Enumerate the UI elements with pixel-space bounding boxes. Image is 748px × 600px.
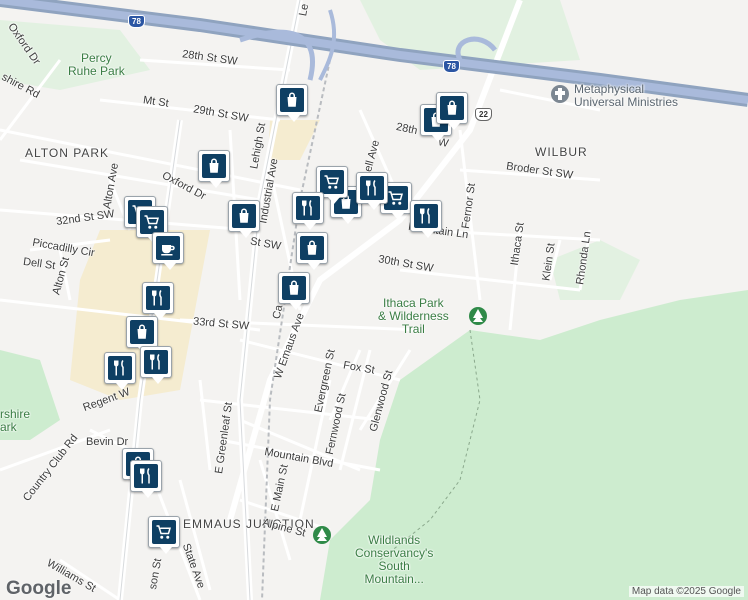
map-attribution[interactable]: Map data ©2025 Google (628, 586, 744, 597)
restaurant-icon (134, 464, 158, 488)
map-pin-restaurant[interactable] (142, 282, 174, 320)
google-logo: Google (6, 578, 72, 599)
park-label-percy-ruhe[interactable]: Percy Ruhe Park (68, 52, 125, 78)
map-pin-shopping-bag[interactable] (276, 84, 308, 122)
map-pin-shopping-bag[interactable] (198, 150, 230, 188)
shopping-cart-icon (140, 210, 164, 234)
map-pin-cafe[interactable] (152, 232, 184, 270)
map-pin-restaurant[interactable] (410, 200, 442, 238)
map-pin-shopping-bag[interactable] (126, 316, 158, 354)
map-canvas[interactable]: 78 78 22 ALTON PARK WILBUR EMMAUS JUNCTI… (0, 0, 748, 600)
map-pin-shopping-bag[interactable] (296, 232, 328, 270)
restaurant-icon (360, 176, 384, 200)
street-label: Le (297, 2, 312, 18)
area-label-wilbur: WILBUR (535, 145, 588, 159)
interstate-78-shield: 78 (443, 60, 460, 73)
park-label-wildlands[interactable]: Wildlands Conservancy's South Mountain..… (355, 534, 433, 586)
restaurant-icon (146, 286, 170, 310)
shopping-bag-icon (202, 154, 226, 178)
map-pin-restaurant[interactable] (104, 352, 136, 390)
map-pin-shopping-bag[interactable] (436, 92, 468, 130)
shopping-bag-icon (282, 276, 306, 300)
shopping-bag-icon (232, 204, 256, 228)
restaurant-icon (296, 196, 320, 220)
map-pin-restaurant[interactable] (356, 172, 388, 210)
park-label-ithaca[interactable]: Ithaca Park & Wilderness Trail (378, 297, 449, 336)
shopping-bag-icon (280, 88, 304, 112)
map-pin-restaurant[interactable] (140, 346, 172, 384)
map-pin-restaurant[interactable] (130, 460, 162, 498)
park-label-bershire[interactable]: rshire ark (0, 408, 30, 434)
map-pin-shopping-bag[interactable] (228, 200, 260, 238)
restaurant-icon (414, 204, 438, 228)
map-pin-shopping-bag[interactable] (278, 272, 310, 310)
shopping-bag-icon (130, 320, 154, 344)
shopping-bag-icon (440, 96, 464, 120)
restaurant-icon (144, 350, 168, 374)
map-pin-shopping-cart[interactable] (148, 516, 180, 554)
shopping-cart-icon (320, 170, 344, 194)
shopping-bag-icon (300, 236, 324, 260)
area-label-alton-park: ALTON PARK (25, 146, 110, 160)
street-label: Bevin Dr (86, 436, 129, 448)
poi-label-ministries[interactable]: Metaphysical Universal Ministries (574, 83, 678, 109)
cafe-icon (156, 236, 180, 260)
interstate-78-shield: 78 (128, 15, 145, 28)
restaurant-icon (108, 356, 132, 380)
map-pin-restaurant[interactable] (292, 192, 324, 230)
route-22-shield: 22 (475, 108, 492, 121)
shopping-cart-icon (152, 520, 176, 544)
